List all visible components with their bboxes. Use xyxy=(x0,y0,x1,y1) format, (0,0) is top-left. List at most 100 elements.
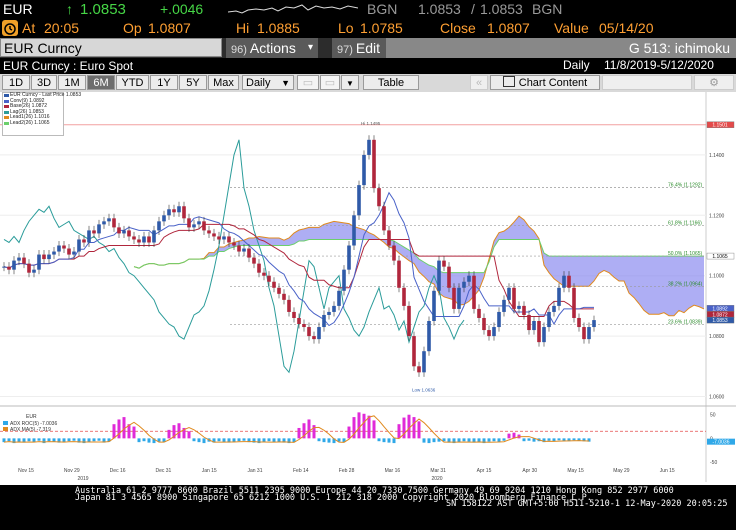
fib-level-label: 38.2% (1.0964) xyxy=(668,282,703,288)
edit-label: Edit xyxy=(355,40,381,56)
legend-swatch xyxy=(4,110,9,114)
candle-body xyxy=(297,317,301,325)
candle-body xyxy=(397,260,401,288)
candle-body xyxy=(7,266,11,270)
chart-content-button[interactable]: Chart Content xyxy=(490,75,600,90)
legend-swatch xyxy=(4,121,9,125)
candle-body xyxy=(587,327,591,340)
actions-menu-button[interactable]: 96) Actions ▾ xyxy=(226,38,318,58)
period-1y-button[interactable]: 1Y xyxy=(150,75,178,90)
candle-body xyxy=(517,305,521,309)
candle-body xyxy=(217,236,221,240)
oscillator-bar xyxy=(27,438,31,442)
candle-body xyxy=(392,245,396,261)
candle-body xyxy=(507,287,511,300)
candle-body xyxy=(267,275,271,282)
collapse-left-button[interactable]: « xyxy=(470,75,488,90)
x-tick-label: Nov 29 xyxy=(64,468,80,474)
candle-body xyxy=(152,230,156,243)
value-label: Value xyxy=(554,20,589,36)
oscillator-bar xyxy=(97,438,101,441)
actions-label: Actions xyxy=(249,40,296,56)
candle-body xyxy=(362,154,366,186)
toolbar-blank-button[interactable] xyxy=(602,75,692,90)
candle-body xyxy=(482,317,486,331)
x-tick-label: Apr 15 xyxy=(477,468,492,474)
oscillator-bar xyxy=(382,438,386,443)
table-button[interactable]: Table xyxy=(363,75,419,90)
period-max-button[interactable]: Max xyxy=(208,75,239,90)
fib-level-label: 61.8% (1.1166) xyxy=(668,221,702,227)
frequency-select[interactable]: Daily ▼ xyxy=(242,75,294,90)
ichimoku-cloud xyxy=(134,216,704,316)
oscillator-bar xyxy=(522,438,526,442)
oscillator-bar xyxy=(147,438,151,443)
x-tick-label: Jun 15 xyxy=(660,468,675,474)
oscillator-bar xyxy=(197,438,201,443)
candle-body xyxy=(557,287,561,306)
oscillator-bar xyxy=(112,424,116,439)
chart-content-icon xyxy=(502,76,515,87)
oscillator-bar xyxy=(467,438,471,442)
quote-line: EUR ↑ 1.0853 +.0046 BGN 1.0853 / 1.0853 … xyxy=(0,0,736,19)
ask-price: 1.0853 xyxy=(480,1,523,17)
year-label: 2020 xyxy=(431,476,442,482)
candle-body xyxy=(412,336,416,367)
chart-style-button[interactable]: ▭ xyxy=(320,75,340,90)
x-tick-label: Dec 31 xyxy=(155,468,171,474)
chevron-down-icon: ▾ xyxy=(307,42,313,53)
period-1m-button[interactable]: 1M xyxy=(58,75,86,90)
period-ytd-button[interactable]: YTD xyxy=(116,75,149,90)
oscillator-bar xyxy=(427,438,431,444)
chart-type-button[interactable]: ▭ xyxy=(297,75,319,90)
oscillator-bar xyxy=(177,423,181,439)
oscillator-bar xyxy=(317,438,321,442)
candle-body xyxy=(127,230,131,237)
security-field[interactable]: EUR Curncy xyxy=(0,38,222,57)
oscillator-bar xyxy=(137,438,141,443)
period-3d-button[interactable]: 3D xyxy=(31,75,57,90)
legend-swatch xyxy=(4,94,9,97)
candle-body xyxy=(527,314,531,331)
bid-source: BGN xyxy=(367,1,398,17)
candle-body xyxy=(307,327,311,337)
period-1d-button[interactable]: 1D xyxy=(2,75,30,90)
x-tick-label: Dec 16 xyxy=(110,468,126,474)
candle-body xyxy=(407,305,411,337)
chart-panel[interactable]: 1.1400 1.1200 1.1000 1.0800 1.0600 76.4% (1.1… xyxy=(0,92,736,530)
gear-icon[interactable]: ⚙ xyxy=(694,75,734,90)
oscillator-bar xyxy=(187,431,191,439)
candle-body xyxy=(117,227,121,234)
chart-date-range[interactable]: 11/8/2019-5/12/2020 xyxy=(604,58,714,72)
candle-body xyxy=(337,290,341,306)
period-5y-button[interactable]: 5Y xyxy=(179,75,207,90)
candle-body xyxy=(232,242,236,246)
candle-body xyxy=(77,239,81,252)
candle-body xyxy=(247,248,251,258)
candle-body xyxy=(312,336,316,340)
candle-body xyxy=(157,221,161,231)
security-description: EUR Curncy : Euro Spot xyxy=(3,59,134,73)
legend-swatch xyxy=(4,105,9,108)
chart-style-dropdown[interactable]: ▼ xyxy=(341,75,359,90)
oscillator-bar xyxy=(267,438,271,442)
oscillator-bar xyxy=(462,438,466,442)
price-tag-label: 1.1065 xyxy=(712,254,728,260)
candle-body xyxy=(452,287,456,309)
oscillator-bar xyxy=(552,438,556,442)
price-chart[interactable]: 1.1400 1.1200 1.1000 1.0800 1.0600 76.4% (1.1… xyxy=(0,92,736,485)
candle-body xyxy=(487,330,491,337)
oscillator-bar xyxy=(507,433,511,439)
title-bar: EUR Curncy 96)Actions ▾ 97)Edit ▾ G 513:… xyxy=(0,38,736,58)
net-change: +.0046 xyxy=(160,1,204,17)
candle-body xyxy=(182,206,186,219)
period-6m-button[interactable]: 6M xyxy=(87,75,115,90)
oscillator-bar xyxy=(572,438,576,441)
candle-body xyxy=(32,269,36,273)
candle-body xyxy=(282,293,286,300)
edit-shortcut: 97) xyxy=(337,44,353,56)
oscillator-bar xyxy=(52,438,56,442)
y-tick-label: 1.1000 xyxy=(709,274,725,280)
high-label: Hi xyxy=(236,20,250,36)
oscillator-bar xyxy=(387,438,391,443)
